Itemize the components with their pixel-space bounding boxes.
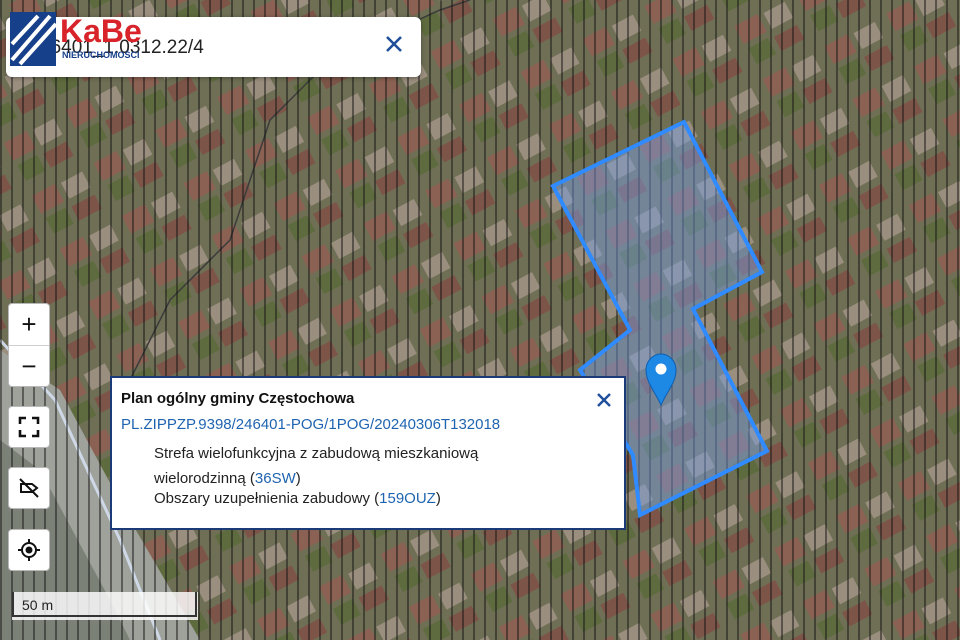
plan-info-popup: Plan ogólny gminy Częstochowa PL.ZIPPZP.… (110, 376, 626, 530)
zone-2-label: Obszary uzupełnienia zabudowy (154, 490, 370, 507)
close-icon (597, 393, 611, 407)
zoom-controls: + − (8, 303, 50, 387)
fullscreen-button[interactable] (8, 406, 50, 448)
logo-tagline: NIERUCHOMOŚCI (62, 49, 140, 60)
scale-label: 50 m (22, 597, 54, 613)
locate-me-button[interactable] (8, 529, 50, 571)
zoom-in-button[interactable]: + (9, 304, 49, 345)
logo-mark (10, 12, 58, 66)
zoom-out-button[interactable]: − (9, 345, 49, 386)
logo-brand: KaBe (60, 13, 142, 49)
zone-entry-1: Strefa wielofunkcyjna z zabudową mieszka… (154, 445, 479, 487)
map-canvas[interactable] (0, 0, 960, 640)
kabe-logo: KaBe NIERUCHOMOŚCI (10, 10, 170, 68)
label-off-icon (19, 478, 39, 498)
close-popup-button[interactable] (596, 390, 612, 412)
zone-1-label: Strefa wielofunkcyjna z zabudową mieszka… (154, 445, 479, 487)
popup-title: Plan ogólny gminy Częstochowa (121, 390, 355, 407)
close-icon (386, 36, 402, 52)
zone-hatch-overlay (0, 0, 960, 640)
toggle-labels-button[interactable] (8, 467, 50, 509)
locate-icon (18, 539, 40, 561)
zone-1-code-link[interactable]: 36SW (255, 470, 296, 487)
zone-entry-2: Obszary uzupełnienia zabudowy (159OUZ) (154, 490, 441, 507)
clear-search-button[interactable] (385, 34, 403, 58)
scale-bar: 50 m (12, 592, 198, 620)
plan-document-link[interactable]: PL.ZIPPZP.9398/246401-POG/1POG/20240306T… (121, 416, 500, 433)
zone-2-code-link[interactable]: 159OUZ (379, 490, 436, 507)
fullscreen-icon (18, 416, 40, 438)
